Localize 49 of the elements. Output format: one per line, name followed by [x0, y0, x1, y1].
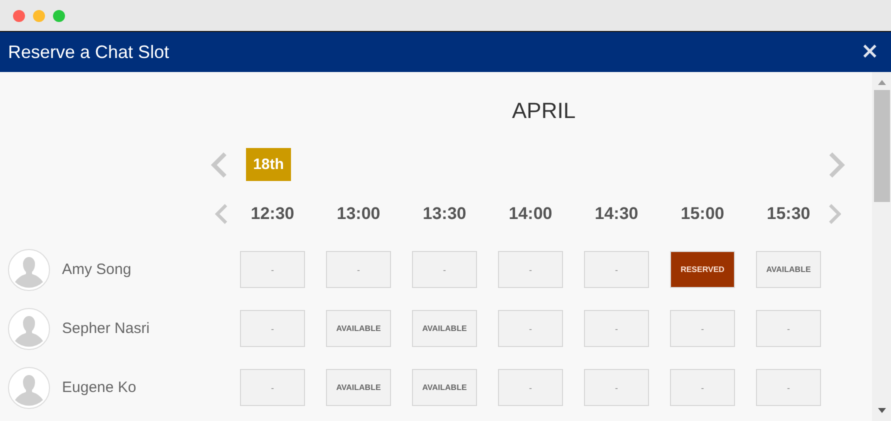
previous-day-icon[interactable]: [211, 150, 228, 178]
scrollbar[interactable]: [872, 72, 891, 421]
day-tab[interactable]: 18th: [246, 148, 291, 181]
time-label: 14:00: [508, 204, 554, 224]
time-slot[interactable]: AVAILABLE: [412, 369, 477, 406]
next-day-icon[interactable]: [828, 150, 845, 178]
time-slot[interactable]: -: [240, 310, 305, 347]
scroll-down-icon[interactable]: [876, 407, 886, 415]
time-slot[interactable]: -: [756, 310, 821, 347]
time-slot[interactable]: AVAILABLE: [326, 310, 391, 347]
time-slot[interactable]: AVAILABLE: [412, 310, 477, 347]
scroll-thumb[interactable]: [874, 90, 890, 202]
time-slot[interactable]: -: [498, 369, 563, 406]
person-name: Amy Song: [62, 261, 132, 278]
time-slot[interactable]: -: [756, 369, 821, 406]
time-slot[interactable]: -: [584, 251, 649, 288]
avatar-icon: [8, 308, 50, 350]
time-label: 15:00: [680, 204, 726, 224]
time-slot[interactable]: RESERVED: [670, 251, 735, 288]
time-label: 12:30: [250, 204, 296, 224]
time-slot[interactable]: -: [498, 310, 563, 347]
time-label: 13:00: [336, 204, 382, 224]
close-window-icon[interactable]: [13, 10, 25, 22]
dialog-title: Reserve a Chat Slot: [8, 42, 170, 62]
time-slot[interactable]: AVAILABLE: [756, 251, 821, 288]
person-name: Eugene Ko: [62, 379, 136, 396]
next-time-icon[interactable]: [828, 203, 842, 225]
maximize-window-icon[interactable]: [53, 10, 65, 22]
person-name: Sepher Nasri: [62, 320, 150, 337]
time-label: 14:30: [594, 204, 640, 224]
time-slot[interactable]: -: [498, 251, 563, 288]
time-slot[interactable]: -: [584, 369, 649, 406]
close-button[interactable]: ×: [860, 41, 879, 63]
scroll-up-icon[interactable]: [876, 78, 886, 86]
previous-time-icon[interactable]: [214, 203, 228, 225]
avatar-icon: [8, 248, 50, 290]
time-label: 13:30: [422, 204, 468, 224]
time-slot[interactable]: -: [326, 251, 391, 288]
time-label: 15:30: [766, 204, 812, 224]
time-slot[interactable]: -: [412, 251, 477, 288]
time-slot[interactable]: AVAILABLE: [326, 369, 391, 406]
time-slot[interactable]: -: [240, 369, 305, 406]
time-slot[interactable]: -: [670, 310, 735, 347]
month-title: APRIL: [512, 98, 576, 124]
avatar-icon: [8, 366, 50, 408]
time-slot[interactable]: -: [584, 310, 649, 347]
time-slot[interactable]: -: [240, 251, 305, 288]
time-slot[interactable]: -: [670, 369, 735, 406]
minimize-window-icon[interactable]: [33, 10, 45, 22]
